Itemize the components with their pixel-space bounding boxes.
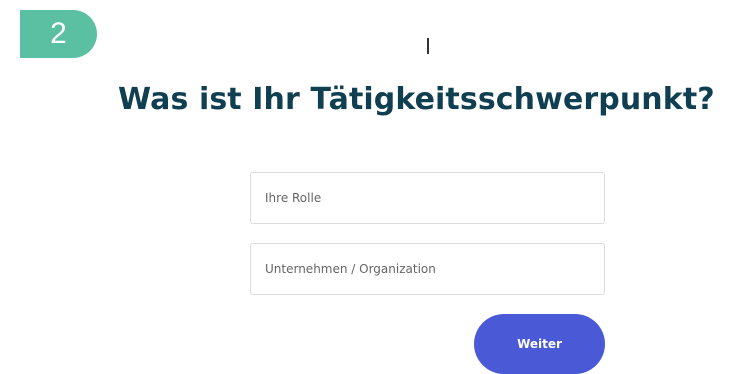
role-input[interactable] — [250, 172, 605, 224]
text-cursor — [427, 38, 429, 54]
step-number: 2 — [50, 17, 67, 50]
page-title: Was ist Ihr Tätigkeitsschwerpunkt? — [118, 82, 715, 117]
step-badge: 2 — [20, 10, 97, 58]
continue-button[interactable]: Weiter — [474, 314, 605, 374]
organization-input[interactable] — [250, 243, 605, 295]
